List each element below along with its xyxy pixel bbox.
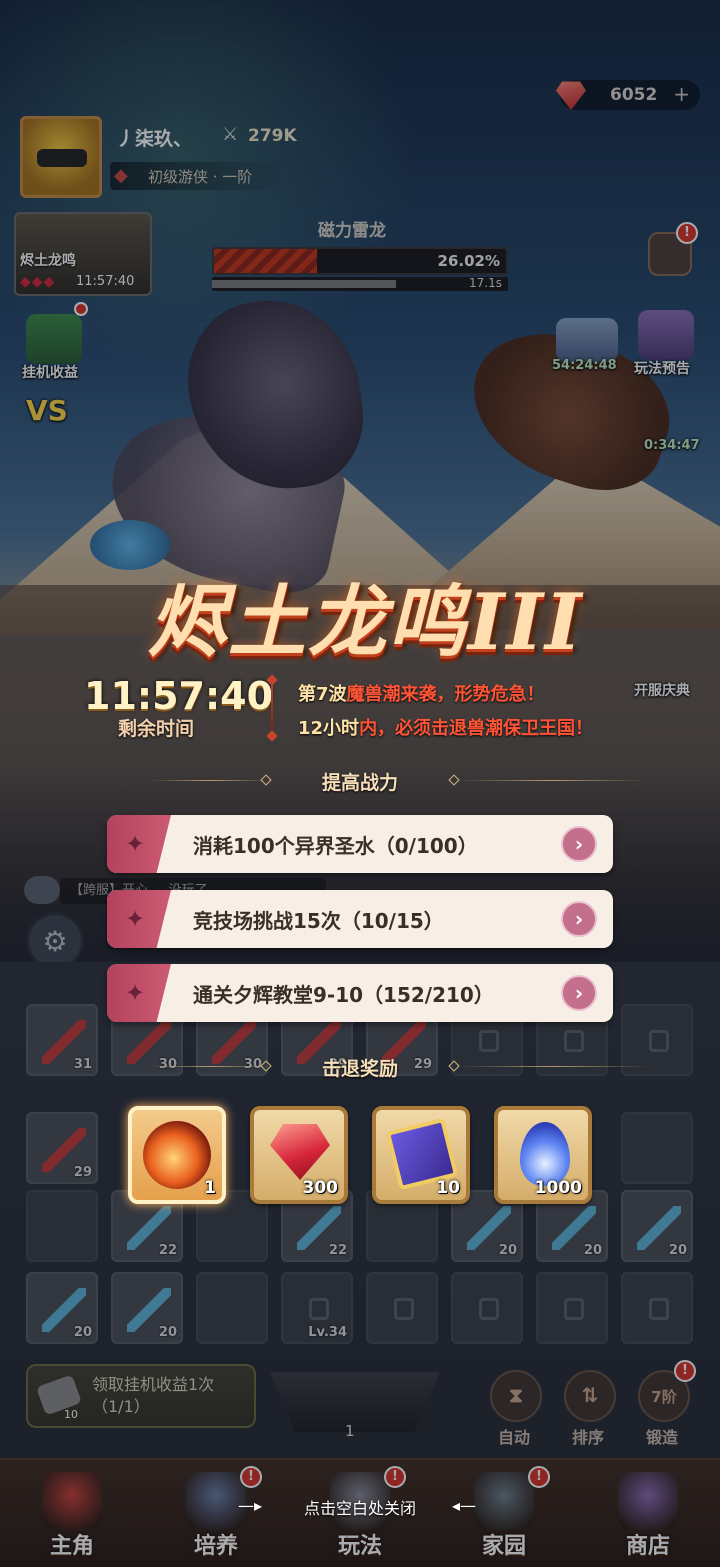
star-icon: ✦ (125, 830, 146, 858)
go-arrow-button[interactable]: › (561, 901, 597, 937)
wave-number: 第7波 (298, 684, 347, 705)
go-arrow-button[interactable]: › (561, 975, 597, 1011)
task-label: 竞技场挑战15次（10/15） (193, 909, 444, 933)
task-row[interactable]: ✦ 通关夕辉教堂9-10（152/210） › (107, 964, 613, 1022)
fire-blade-icon (143, 1121, 211, 1189)
task-row[interactable]: ✦ 消耗100个异界圣水（0/100） › (107, 815, 613, 873)
reward-count: 1 (204, 1178, 216, 1198)
close-hint: 点击空白处关闭 (303, 1499, 416, 1518)
reward-item[interactable]: 300 (250, 1106, 348, 1204)
reward-item[interactable]: 10 (372, 1106, 470, 1204)
event-desc-line1: 第7波魔兽潮来袭，形势危急！ (298, 680, 545, 706)
task-tag (107, 890, 171, 948)
star-icon: ✦ (125, 905, 146, 933)
event-desc-line2: 12小时内，必须击退兽潮保卫王国！ (298, 714, 593, 740)
ruby-icon (270, 1124, 330, 1180)
reward-item[interactable]: 1000 (494, 1106, 592, 1204)
task-row[interactable]: ✦ 竞技场挑战15次（10/15） › (107, 890, 613, 948)
reward-count: 10 (436, 1178, 460, 1198)
blue-flame-icon (520, 1122, 570, 1186)
divider (458, 1066, 648, 1067)
reward-count: 300 (302, 1178, 339, 1198)
task-label: 通关夕辉教堂9-10（152/210） (193, 983, 494, 1007)
star-icon: ✦ (125, 979, 146, 1007)
section-title-reward: 击退奖励 (321, 1058, 398, 1080)
task-tag (107, 964, 171, 1022)
go-arrow-button[interactable]: › (561, 826, 597, 862)
defend-warning: 内，必须击退兽潮保卫王国！ (359, 718, 594, 739)
task-label: 消耗100个异界圣水（0/100） (193, 834, 478, 858)
arrow-left-icon: ◂— (452, 1496, 477, 1515)
divider (271, 680, 273, 736)
event-title: 烬土龙鸣III (148, 577, 584, 668)
divider (458, 780, 648, 781)
reward-count: 1000 (534, 1178, 582, 1198)
reward-item[interactable]: 1 (128, 1106, 226, 1204)
time-limit: 12小时 (298, 718, 360, 739)
event-countdown: 11:57:40 (84, 674, 274, 718)
task-tag (107, 815, 171, 873)
wave-warning: 魔兽潮来袭，形势危急！ (346, 684, 545, 705)
section-title-power: 提高战力 (321, 772, 398, 794)
countdown-label: 剩余时间 (118, 718, 195, 740)
